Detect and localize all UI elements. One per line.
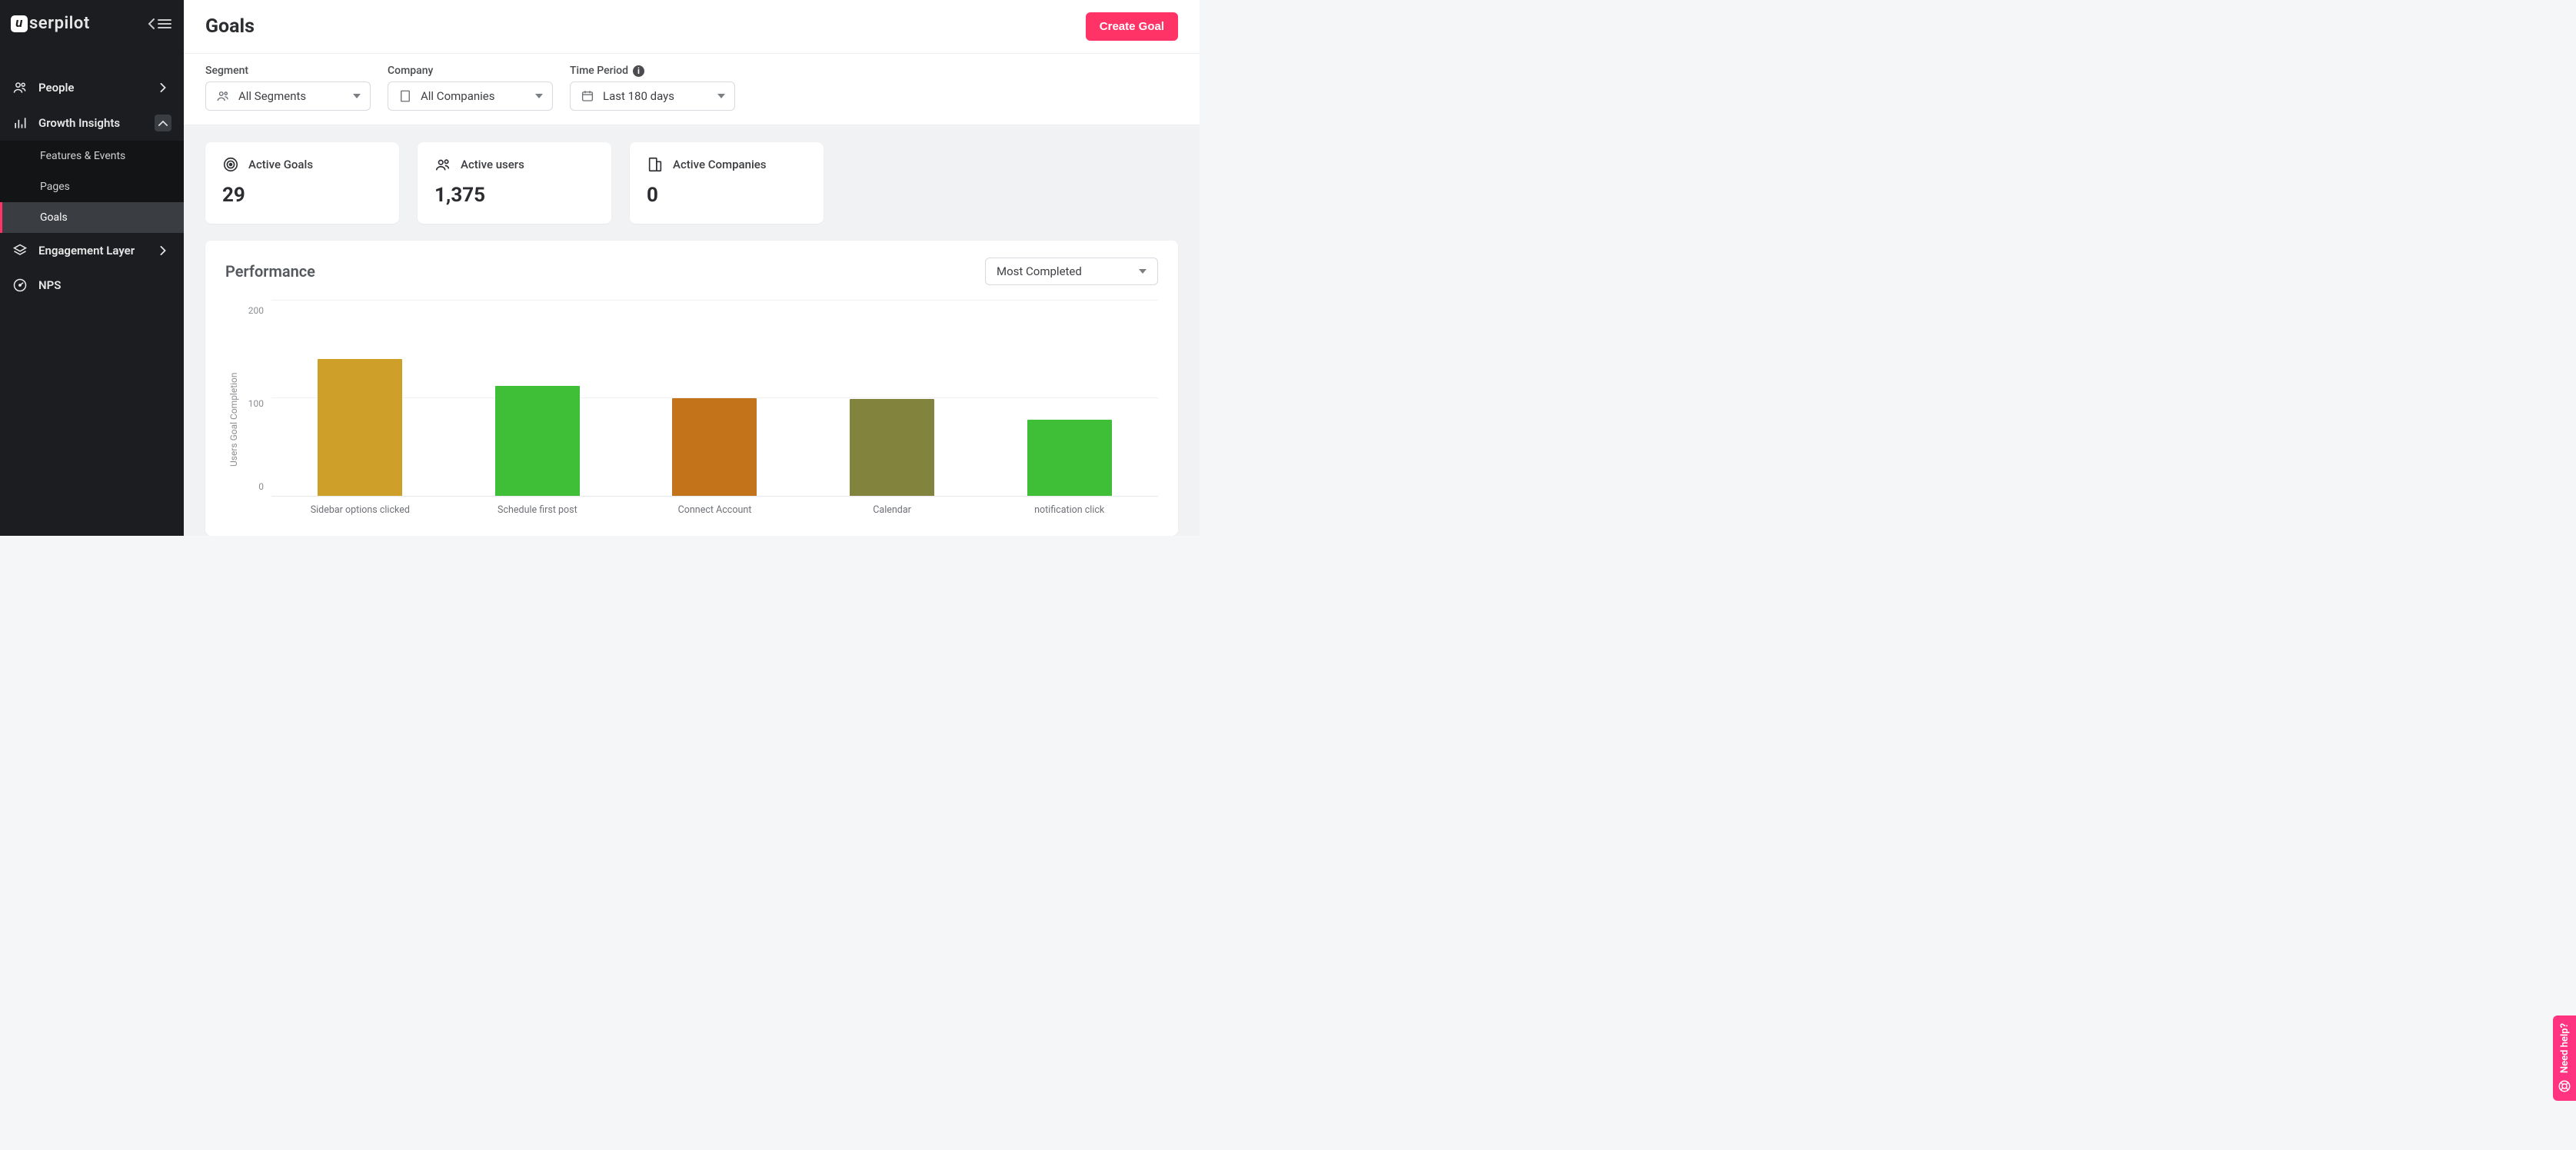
- x-axis-label: notification click: [980, 504, 1158, 516]
- target-icon: [222, 156, 239, 173]
- panel-title: Performance: [225, 262, 315, 281]
- life-ring-icon: [2558, 1079, 2571, 1093]
- chart-bar[interactable]: [804, 301, 981, 496]
- select-value: All Segments: [238, 89, 306, 103]
- select-value: All Companies: [421, 89, 494, 103]
- collapse-sidebar-button[interactable]: [147, 18, 171, 29]
- menu-icon: [158, 18, 171, 29]
- chart-bar[interactable]: [271, 301, 449, 496]
- content-area: Active Goals 29 Active users 1,375: [184, 125, 1200, 536]
- sidebar-item-nps[interactable]: NPS: [0, 268, 184, 302]
- sidebar-item-pages[interactable]: Pages: [0, 171, 184, 202]
- y-axis-ticks: 200 100 0: [239, 301, 271, 497]
- sidebar-header: u serpilot: [0, 0, 184, 47]
- stat-cards: Active Goals 29 Active users 1,375: [205, 142, 1178, 224]
- performance-chart: Users Goal Completion 200 100 0 Sidebar op…: [225, 301, 1158, 516]
- chevron-right-icon: [155, 79, 171, 96]
- page-header: Goals Create Goal: [184, 0, 1200, 54]
- building-icon: [647, 156, 664, 173]
- sidebar-item-label: Engagement Layer: [38, 244, 135, 258]
- sidebar-item-label: Features & Events: [40, 150, 125, 162]
- help-button[interactable]: Need help?: [2553, 1015, 2576, 1101]
- info-icon[interactable]: i: [633, 65, 644, 77]
- filter-label: Company: [388, 65, 553, 77]
- x-axis-label: Schedule first post: [449, 504, 627, 516]
- help-label: Need help?: [2559, 1023, 2571, 1073]
- sidebar-item-people[interactable]: People: [0, 70, 184, 105]
- performance-panel: Performance Most Completed Users Goal Co…: [205, 241, 1178, 536]
- card-label: Active users: [461, 158, 524, 171]
- card-value: 0: [647, 184, 807, 207]
- main-content: Goals Create Goal Segment All Segments C…: [184, 0, 1200, 536]
- y-tick: 200: [239, 305, 264, 316]
- sort-select[interactable]: Most Completed: [985, 258, 1158, 285]
- card-active-goals: Active Goals 29: [205, 142, 399, 224]
- caret-down-icon: [535, 94, 543, 99]
- sidebar-item-goals[interactable]: Goals: [0, 202, 184, 233]
- x-axis-labels: Sidebar options clickedSchedule first po…: [271, 497, 1158, 516]
- users-icon: [434, 156, 451, 173]
- card-active-companies: Active Companies 0: [630, 142, 824, 224]
- logo: u serpilot: [11, 14, 90, 33]
- page-title: Goals: [205, 15, 255, 38]
- segment-select[interactable]: All Segments: [205, 81, 371, 111]
- chart-plot-area: [271, 301, 1158, 497]
- card-value: 29: [222, 184, 382, 207]
- company-select[interactable]: All Companies: [388, 81, 553, 111]
- building-icon: [398, 88, 413, 104]
- chart-bar[interactable]: [626, 301, 804, 496]
- sidebar-item-growth-insights[interactable]: Growth Insights: [0, 105, 184, 141]
- caret-down-icon: [353, 94, 361, 99]
- growth-insights-submenu: Features & Events Pages Goals: [0, 141, 184, 233]
- card-label: Active Goals: [248, 158, 313, 171]
- sidebar-item-label: NPS: [38, 278, 61, 292]
- caret-down-icon: [717, 94, 725, 99]
- y-tick: 100: [239, 398, 264, 409]
- filter-label: Time Period i: [570, 65, 735, 77]
- x-axis-label: Calendar: [804, 504, 981, 516]
- calendar-icon: [580, 88, 595, 104]
- people-icon: [215, 88, 231, 104]
- sidebar-item-label: Growth Insights: [38, 116, 120, 130]
- card-value: 1,375: [434, 184, 594, 207]
- select-value: Last 180 days: [603, 89, 674, 103]
- sidebar-item-label: People: [38, 81, 75, 95]
- time-period-select[interactable]: Last 180 days: [570, 81, 735, 111]
- x-axis-label: Sidebar options clicked: [271, 504, 449, 516]
- gauge-icon: [12, 278, 28, 293]
- select-value: Most Completed: [997, 264, 1082, 278]
- bar-chart-icon: [12, 115, 28, 131]
- filter-company: Company All Companies: [388, 65, 553, 111]
- logo-text: serpilot: [29, 14, 90, 33]
- people-icon: [12, 80, 28, 95]
- card-label: Active Companies: [673, 158, 767, 171]
- sidebar-item-engagement-layer[interactable]: Engagement Layer: [0, 233, 184, 268]
- logo-mark: u: [11, 15, 28, 32]
- sidebar-item-label: Pages: [40, 181, 70, 193]
- sidebar-item-features-events[interactable]: Features & Events: [0, 141, 184, 171]
- filter-label: Segment: [205, 65, 371, 77]
- chart-bar[interactable]: [449, 301, 627, 496]
- filter-time-period: Time Period i Last 180 days: [570, 65, 735, 111]
- filter-segment: Segment All Segments: [205, 65, 371, 111]
- create-goal-button[interactable]: Create Goal: [1086, 12, 1178, 41]
- filter-bar: Segment All Segments Company: [184, 54, 1200, 125]
- x-axis-label: Connect Account: [626, 504, 804, 516]
- sidebar-item-label: Goals: [40, 211, 68, 224]
- card-active-users: Active users 1,375: [418, 142, 611, 224]
- caret-down-icon: [1139, 269, 1147, 274]
- chevron-up-icon: [155, 115, 171, 131]
- chevron-right-icon: [155, 242, 171, 259]
- chevron-left-icon: [147, 18, 156, 29]
- layers-icon: [12, 243, 28, 258]
- sidebar: u serpilot People: [0, 0, 184, 536]
- chart-bar[interactable]: [980, 301, 1158, 496]
- y-tick: 0: [239, 481, 264, 492]
- y-axis-label: Users Goal Completion: [225, 301, 239, 516]
